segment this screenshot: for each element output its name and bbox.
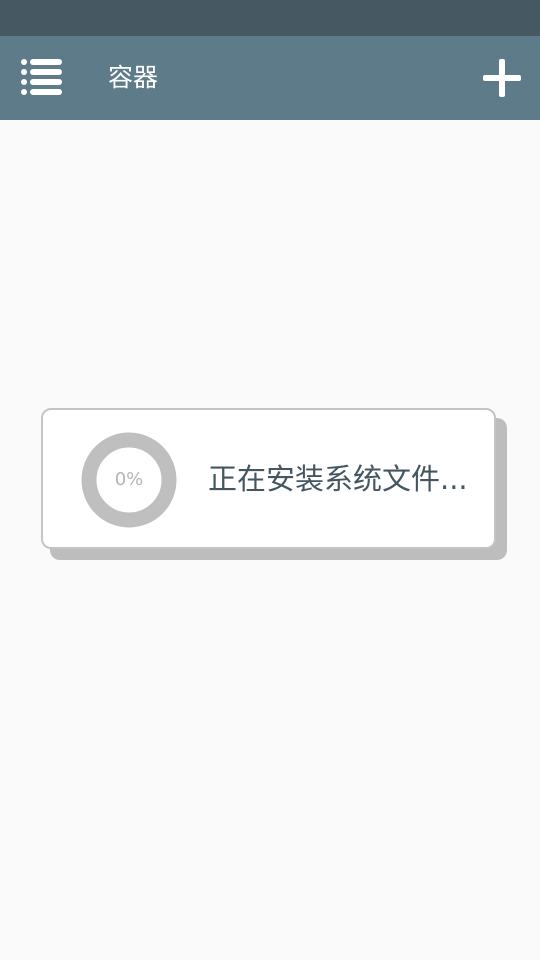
app-bar: 容器 — [0, 36, 540, 120]
install-progress-dialog: 0% 正在安装系统文件... — [41, 408, 496, 549]
install-status-message: 正在安装系统文件... — [208, 462, 468, 496]
menu-button[interactable] — [18, 56, 66, 100]
progress-percent: 0% — [114, 469, 144, 490]
list-menu-icon — [18, 56, 66, 100]
progress-ring: 0% — [81, 432, 177, 528]
add-container-button[interactable] — [480, 56, 524, 100]
status-bar — [0, 0, 540, 36]
plus-icon — [480, 56, 524, 100]
page-title: 容器 — [108, 63, 159, 92]
